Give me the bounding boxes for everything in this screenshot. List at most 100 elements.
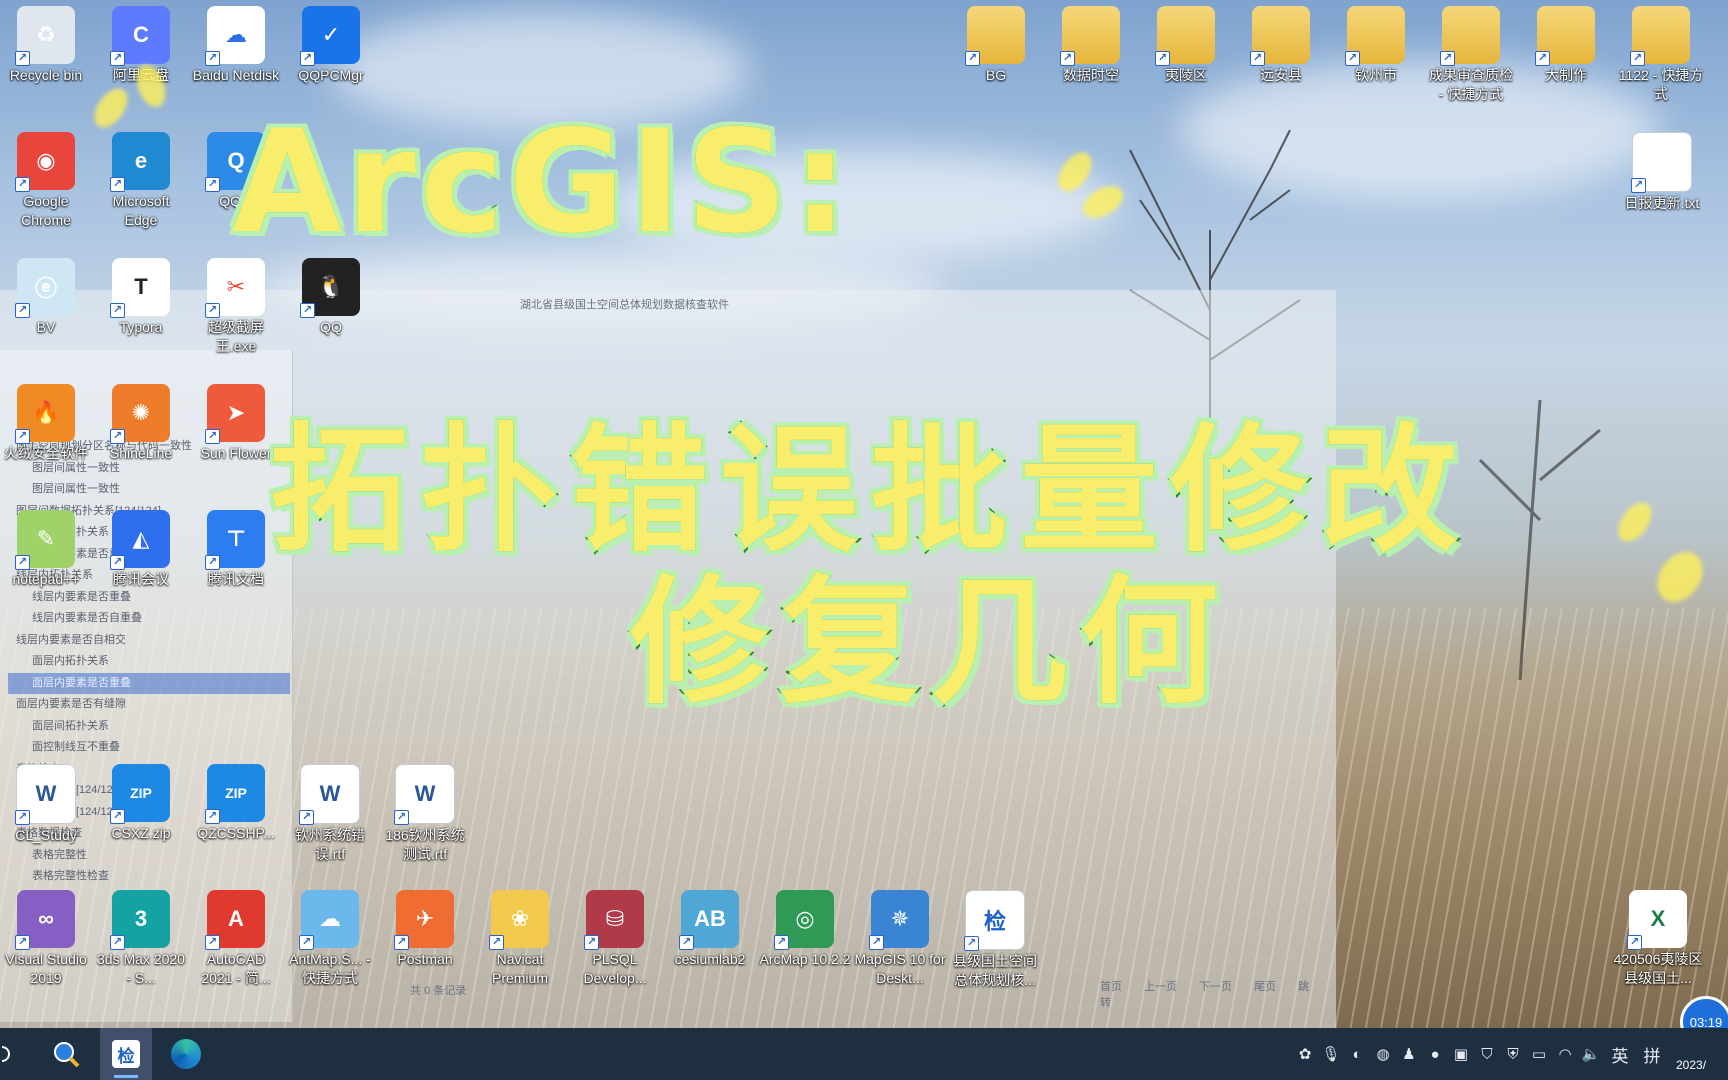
tray-globe-icon[interactable]: ◍ bbox=[1370, 1041, 1396, 1067]
ime-language[interactable]: 英 bbox=[1604, 1041, 1636, 1067]
desktop-icon[interactable]: X ↗ 420506夷陵区县级国土... bbox=[1612, 884, 1704, 996]
shortcut-arrow-icon: ↗ bbox=[1631, 178, 1646, 193]
overlay-title: ArcGIS: bbox=[230, 98, 853, 267]
battery-icon[interactable]: ▭ bbox=[1526, 1041, 1552, 1067]
ime-mode[interactable]: 拼 bbox=[1636, 1041, 1668, 1067]
shortcut-arrow-icon: ↗ bbox=[1155, 51, 1170, 66]
desktop-icon[interactable]: ❀ ↗ Navicat Premium bbox=[474, 884, 566, 996]
desktop-icon-label: AntMap.S... - 快捷方式 bbox=[289, 951, 371, 986]
shortcut-arrow-icon: ↗ bbox=[1345, 51, 1360, 66]
desktop-icon[interactable]: ⛁ ↗ PLSQL Develop... bbox=[569, 884, 661, 996]
desktop-icon-label: Visual Studio 2019 bbox=[5, 951, 87, 986]
desktop-icon[interactable]: ✈ ↗ Postman bbox=[379, 884, 471, 996]
desktop-icon[interactable]: 🐧 ↗ QQ bbox=[285, 252, 377, 364]
desktop-icon[interactable]: 🔥 ↗ 火绒安全软件 bbox=[0, 378, 92, 490]
shortcut-arrow-icon: ↗ bbox=[964, 936, 979, 951]
desktop-icon-label: 日报更新.txt bbox=[1624, 195, 1700, 211]
desktop-icon[interactable]: ✂ ↗ 超级截屏王.exe bbox=[190, 252, 282, 364]
desktop-icon[interactable]: 检 ↗ 县级国土空间总体规划核... bbox=[949, 884, 1041, 996]
desktop-icon[interactable]: ↗ 日报更新.txt bbox=[1616, 126, 1708, 238]
desktop-icon-label: QZCSSHP... bbox=[197, 825, 275, 841]
tray-flower-icon[interactable]: ✿ bbox=[1292, 1041, 1318, 1067]
shortcut-arrow-icon: ↗ bbox=[205, 555, 220, 570]
desktop-icon[interactable]: ☁ ↗ AntMap.S... - 快捷方式 bbox=[284, 884, 376, 996]
security-shield-icon[interactable]: ⛉ bbox=[1474, 1041, 1500, 1067]
desktop-icon-label: 3ds Max 2020 - S... bbox=[97, 951, 185, 986]
shortcut-arrow-icon: ↗ bbox=[394, 810, 409, 825]
desktop-icon[interactable]: ↗ 1122 - 快捷方式 bbox=[1615, 0, 1707, 112]
desktop-icon[interactable]: ZIP ↗ CSXZ.zip bbox=[95, 758, 187, 870]
desktop-icon[interactable]: ⊤ ↗ 腾讯文档 bbox=[190, 504, 282, 616]
desktop-icon[interactable]: A ↗ AutoCAD 2021 - 简... bbox=[190, 884, 282, 996]
shortcut-arrow-icon: ↗ bbox=[110, 429, 125, 444]
desktop-icon[interactable]: ↗ 成果审查质检 - 快捷方式 bbox=[1425, 0, 1517, 112]
shortcut-arrow-icon: ↗ bbox=[205, 303, 220, 318]
desktop-icon[interactable]: ◉ ↗ Google Chrome bbox=[0, 126, 92, 238]
desktop-icon[interactable]: 3 ↗ 3ds Max 2020 - S... bbox=[95, 884, 187, 996]
shortcut-arrow-icon: ↗ bbox=[1630, 51, 1645, 66]
taskbar-edge[interactable] bbox=[160, 1028, 212, 1080]
desktop-icon[interactable]: W ↗ 钦州系统错误.rtf bbox=[284, 758, 376, 870]
microphone-icon[interactable]: 🎙 bbox=[1318, 1041, 1344, 1067]
ghost-pager: 首页 上一页 下一页 尾页 跳转 bbox=[1100, 978, 1336, 1010]
desktop-icon-label: ArcMap 10.2.2 bbox=[759, 951, 851, 967]
desktop-icon-label: Microsoft Edge bbox=[112, 193, 170, 228]
desktop-icon[interactable]: ↗ 远安县 bbox=[1235, 0, 1327, 112]
desktop-icon[interactable]: ↗ 夷陵区 bbox=[1140, 0, 1232, 112]
start-button[interactable] bbox=[0, 1028, 14, 1080]
desktop-icon-label: 钦州市 bbox=[1355, 67, 1397, 83]
desktop-icon[interactable]: ☁ ↗ Baidu Netdisk bbox=[190, 0, 282, 112]
taskbar-check-app[interactable]: 检 bbox=[100, 1028, 152, 1080]
3dsmax-icon: 3 ↗ bbox=[110, 890, 170, 950]
desktop-icon[interactable]: ✓ ↗ QQPCMgr bbox=[285, 0, 377, 112]
screenshot-icon: ✂ ↗ bbox=[205, 258, 265, 318]
desktop-icon[interactable]: ↗ BG bbox=[950, 0, 1042, 112]
clock[interactable]: 2023/ bbox=[1672, 1028, 1728, 1080]
desktop-icon[interactable]: AB ↗ cesiumlab2 bbox=[664, 884, 756, 996]
nvidia-icon[interactable]: ▣ bbox=[1448, 1041, 1474, 1067]
desktop-icon[interactable]: ◭ ↗ 腾讯会议 bbox=[95, 504, 187, 616]
desktop: 湖北省县级国土空间总体规划数据核查软件 国土空间规划分区名称与代码一致性 图层间属… bbox=[0, 0, 1728, 1028]
desktop-icon[interactable]: W ↗ 186钦州系统测试.rtf bbox=[379, 758, 471, 870]
plant-silhouette bbox=[1478, 399, 1601, 680]
desktop-icon[interactable]: ↗ 钦州市 bbox=[1330, 0, 1422, 112]
desktop-icon[interactable]: W ↗ CL_Study bbox=[0, 758, 92, 870]
desktop-icon-label: 数据时空 bbox=[1063, 67, 1119, 83]
volume-icon[interactable]: 🔈 bbox=[1578, 1041, 1604, 1067]
desktop-icon[interactable]: ✺ ↗ ShineLine bbox=[95, 378, 187, 490]
wifi-icon[interactable]: ◠ bbox=[1552, 1041, 1578, 1067]
desktop-icon[interactable]: T ↗ Typora bbox=[95, 252, 187, 364]
desktop-icon[interactable]: ⓔ ↗ BV bbox=[0, 252, 92, 364]
tray-app-icon[interactable]: ◐ bbox=[1344, 1041, 1370, 1067]
shortcut-arrow-icon: ↗ bbox=[1060, 51, 1075, 66]
desktop-icon[interactable]: ➤ ↗ Sun Flower bbox=[190, 378, 282, 490]
tencent-meeting-icon: ◭ ↗ bbox=[110, 510, 170, 570]
desktop-icon[interactable]: ↗ 数据时空 bbox=[1045, 0, 1137, 112]
desktop-icon[interactable]: e ↗ Microsoft Edge bbox=[95, 126, 187, 238]
desktop-icon[interactable]: ZIP ↗ QZCSSHP... bbox=[190, 758, 282, 870]
desktop-icon-label: QQPCMgr bbox=[298, 67, 364, 83]
defender-icon[interactable]: ⛨ bbox=[1500, 1041, 1526, 1067]
shortcut-arrow-icon: ↗ bbox=[394, 935, 409, 950]
text-file-icon: ↗ bbox=[1631, 132, 1692, 193]
desktop-icon[interactable]: ✵ ↗ MapGIS 10 for Deskt... bbox=[854, 884, 946, 996]
shortcut-arrow-icon: ↗ bbox=[205, 429, 220, 444]
tray-red-icon[interactable]: ● bbox=[1422, 1041, 1448, 1067]
desktop-icon-label: Recycle bin bbox=[9, 67, 83, 83]
check-app-icon: 检 ↗ bbox=[964, 890, 1025, 951]
system-tray: ✿ 🎙 ◐ ◍ ♟ ● ▣ ⛉ ⛨ ▭ ◠ 🔈 英 拼 bbox=[1292, 1028, 1668, 1080]
arcmap-icon: ◎ ↗ bbox=[774, 890, 834, 950]
petal bbox=[1648, 543, 1712, 611]
desktop-icon-label: 钦州系统错误.rtf bbox=[295, 827, 365, 862]
desktop-icon[interactable]: ✎ ↗ notepad++ bbox=[0, 504, 92, 616]
folder-icon: ↗ bbox=[1440, 6, 1500, 66]
desktop-icon[interactable]: ◎ ↗ ArcMap 10.2.2 bbox=[759, 884, 851, 996]
desktop-icon-label: 成果审查质检 - 快捷方式 bbox=[1429, 67, 1513, 102]
desktop-icon[interactable]: ↗ 大制作 bbox=[1520, 0, 1612, 112]
desktop-icon[interactable]: ∞ ↗ Visual Studio 2019 bbox=[0, 884, 92, 996]
shortcut-arrow-icon: ↗ bbox=[205, 51, 220, 66]
qq-tray-icon[interactable]: ♟ bbox=[1396, 1041, 1422, 1067]
desktop-icon[interactable]: ♻ ↗ Recycle bin bbox=[0, 0, 92, 112]
taskbar-search-app[interactable] bbox=[40, 1028, 92, 1080]
shortcut-arrow-icon: ↗ bbox=[205, 935, 220, 950]
